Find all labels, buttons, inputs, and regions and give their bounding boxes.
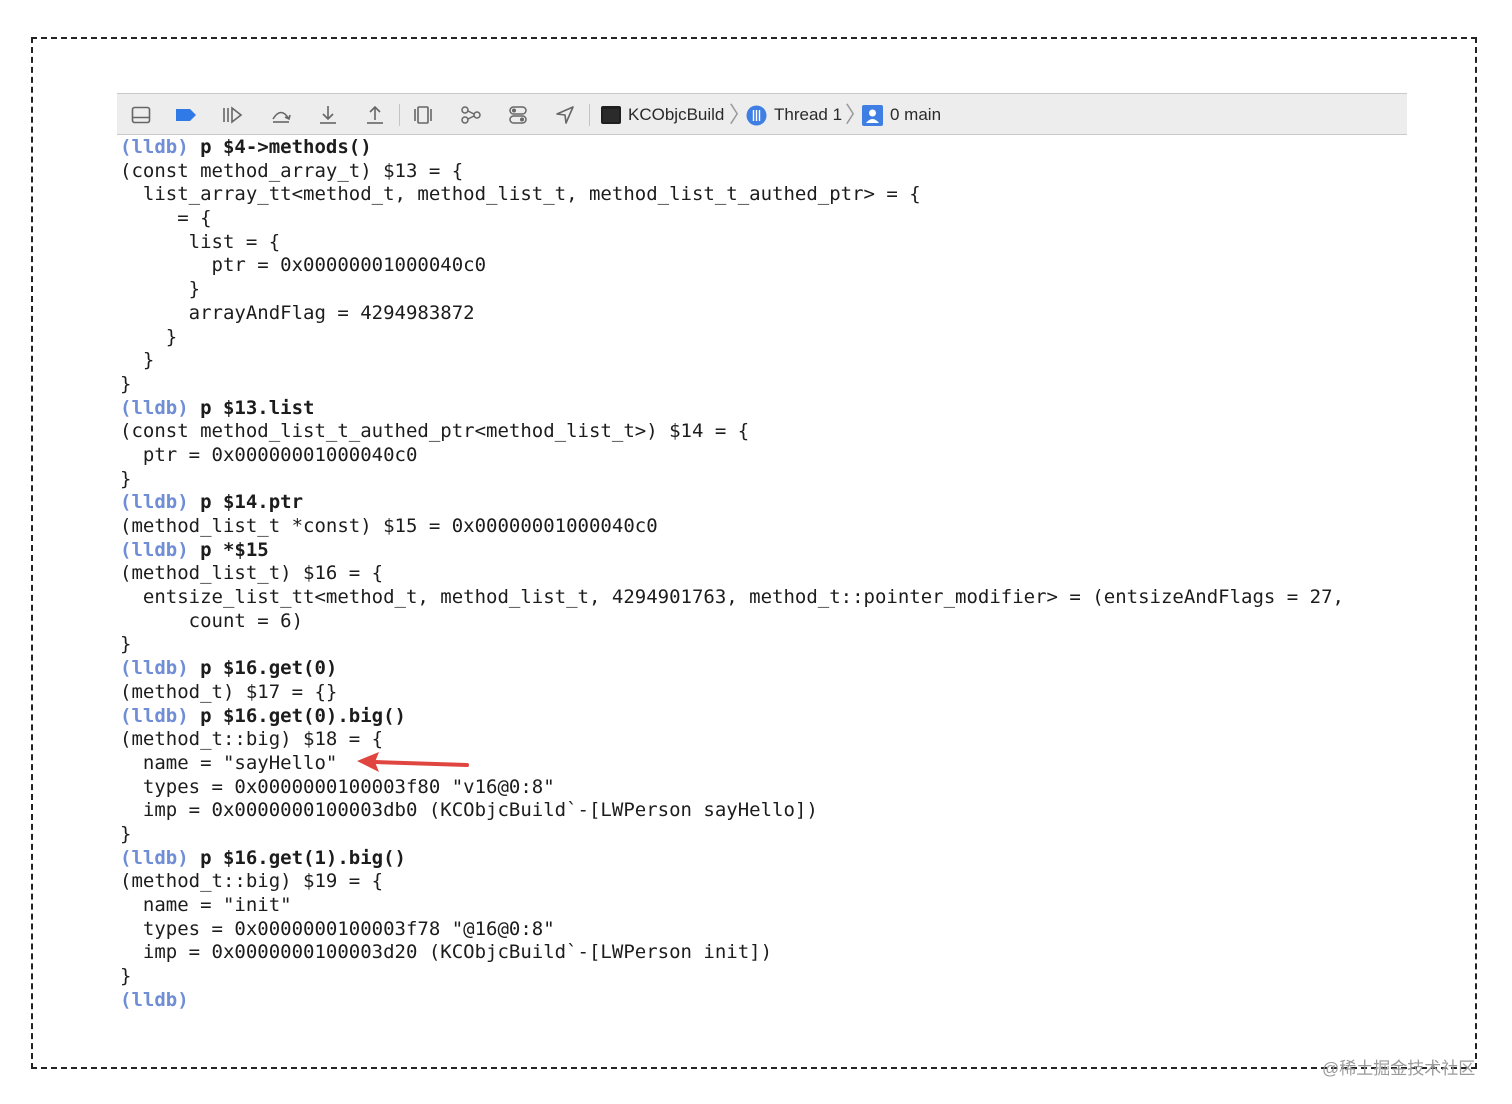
user-frame-icon xyxy=(862,104,883,126)
console-output-line: types = 0x0000000100003f80 "v16@0:8" xyxy=(120,775,555,798)
toolbar-separator xyxy=(399,104,400,126)
lldb-command: p *$15 xyxy=(188,538,269,561)
lldb-command: p $13.list xyxy=(188,396,315,419)
console-output-line: } xyxy=(120,822,132,845)
breakpoints-toggle-icon[interactable] xyxy=(174,103,198,127)
lldb-console-output[interactable]: (lldb) p $4->methods() (const method_arra… xyxy=(120,136,1404,1012)
lldb-prompt: (lldb) xyxy=(120,846,189,869)
console-output-line: = { xyxy=(120,207,212,230)
lldb-command-line: (lldb) p $4->methods() xyxy=(120,136,1404,160)
red-arrow-annotation xyxy=(357,752,469,772)
breadcrumb-thread[interactable]: Thread 1 xyxy=(746,104,842,126)
step-out-icon[interactable] xyxy=(363,103,387,127)
console-output-line: } xyxy=(120,325,178,348)
lldb-prompt: (lldb) xyxy=(120,491,189,514)
hide-debug-area-icon[interactable] xyxy=(129,103,153,127)
console-output-line: (const method_array_t) $13 = { xyxy=(120,159,464,182)
lldb-command: p $16.get(0).big() xyxy=(188,704,406,727)
toolbar-separator xyxy=(589,104,590,126)
console-output-line: imp = 0x0000000100003db0 (KCObjcBuild`-[… xyxy=(120,799,818,822)
lldb-command: p $14.ptr xyxy=(188,491,304,514)
breadcrumb-frame[interactable]: 0 main xyxy=(862,104,941,126)
watermark: @稀土掘金技术社区 xyxy=(1322,1059,1476,1078)
debug-toolbar: KCObjcBuild 〉 Thread 1 〉 0 main xyxy=(117,93,1407,135)
lldb-prompt: (lldb) xyxy=(120,538,189,561)
xcode-debug-area: KCObjcBuild 〉 Thread 1 〉 0 main (lldb) p… xyxy=(117,93,1407,1018)
console-output-line: (method_list_t) $16 = { xyxy=(120,562,384,585)
environment-overrides-icon[interactable] xyxy=(506,103,530,127)
breadcrumb-target[interactable]: KCObjcBuild xyxy=(601,104,724,126)
console-output-line: (const method_list_t_authed_ptr<method_l… xyxy=(120,420,750,443)
console-output-line: list_array_tt<method_t, method_list_t, m… xyxy=(120,183,921,206)
lldb-command-line: (lldb) p *$15 xyxy=(120,539,1404,563)
console-output-line: ptr = 0x00000001000040c0 xyxy=(120,443,418,466)
lldb-command: p $4->methods() xyxy=(188,136,372,158)
console-output-line: types = 0x0000000100003f78 "@16@0:8" xyxy=(120,917,555,940)
step-into-icon[interactable] xyxy=(316,103,340,127)
lldb-command-line: (lldb) p $13.list xyxy=(120,397,1404,421)
console-output-line: } xyxy=(120,467,132,490)
breadcrumb-frame-label: 0 main xyxy=(890,105,942,124)
console-output-line: list = { xyxy=(120,230,281,253)
console-output-line: name = "sayHello" xyxy=(120,751,338,774)
console-output-line: } xyxy=(120,372,132,395)
lldb-command-line: (lldb) p $16.get(0).big() xyxy=(120,705,1404,729)
console-output-line: name = "init" xyxy=(120,894,292,916)
lldb-command-line: (lldb) p $14.ptr xyxy=(120,491,1404,515)
breadcrumb-thread-label: Thread 1 xyxy=(774,105,843,124)
lldb-command-line: (lldb) p $16.get(1).big() xyxy=(120,847,1404,871)
lldb-prompt: (lldb) xyxy=(120,657,189,680)
console-output-line: (method_t) $17 = {} xyxy=(120,680,338,703)
lldb-command-line: (lldb) p $16.get(0) xyxy=(120,657,1404,681)
console-output-line: } xyxy=(120,278,201,301)
memory-graph-icon[interactable] xyxy=(459,103,483,127)
console-output-line: count = 6) xyxy=(120,609,304,632)
terminal-icon xyxy=(601,106,621,124)
console-output-line: arrayAndFlag = 4294983872 xyxy=(120,301,475,324)
console-output-line: (method_t::big) $18 = { xyxy=(120,728,384,751)
lldb-prompt: (lldb) xyxy=(120,988,189,1011)
lldb-prompt: (lldb) xyxy=(120,136,189,158)
console-output-line: } xyxy=(120,965,132,988)
lldb-command: p $16.get(1).big() xyxy=(188,846,406,869)
lldb-command-line: (lldb) xyxy=(120,989,1404,1013)
thread-icon xyxy=(746,105,767,126)
simulate-location-icon[interactable] xyxy=(553,103,577,127)
view-hierarchy-icon[interactable] xyxy=(411,103,435,127)
console-output-line: (method_list_t *const) $15 = 0x000000010… xyxy=(120,515,658,537)
console-output-line: } xyxy=(120,349,155,372)
console-output-line: ptr = 0x00000001000040c0 xyxy=(120,254,487,277)
continue-icon[interactable] xyxy=(220,103,244,127)
console-output-line: } xyxy=(120,633,132,656)
step-over-icon[interactable] xyxy=(269,103,293,127)
console-output-line: imp = 0x0000000100003d20 (KCObjcBuild`-[… xyxy=(120,941,773,964)
breadcrumb-target-label: KCObjcBuild xyxy=(628,105,725,124)
console-output-line: (method_t::big) $19 = { xyxy=(120,870,384,893)
lldb-prompt: (lldb) xyxy=(120,704,189,727)
lldb-command: p $16.get(0) xyxy=(188,657,338,680)
lldb-prompt: (lldb) xyxy=(120,396,189,419)
console-output-line: entsize_list_tt<method_t, method_list_t,… xyxy=(120,586,1344,609)
